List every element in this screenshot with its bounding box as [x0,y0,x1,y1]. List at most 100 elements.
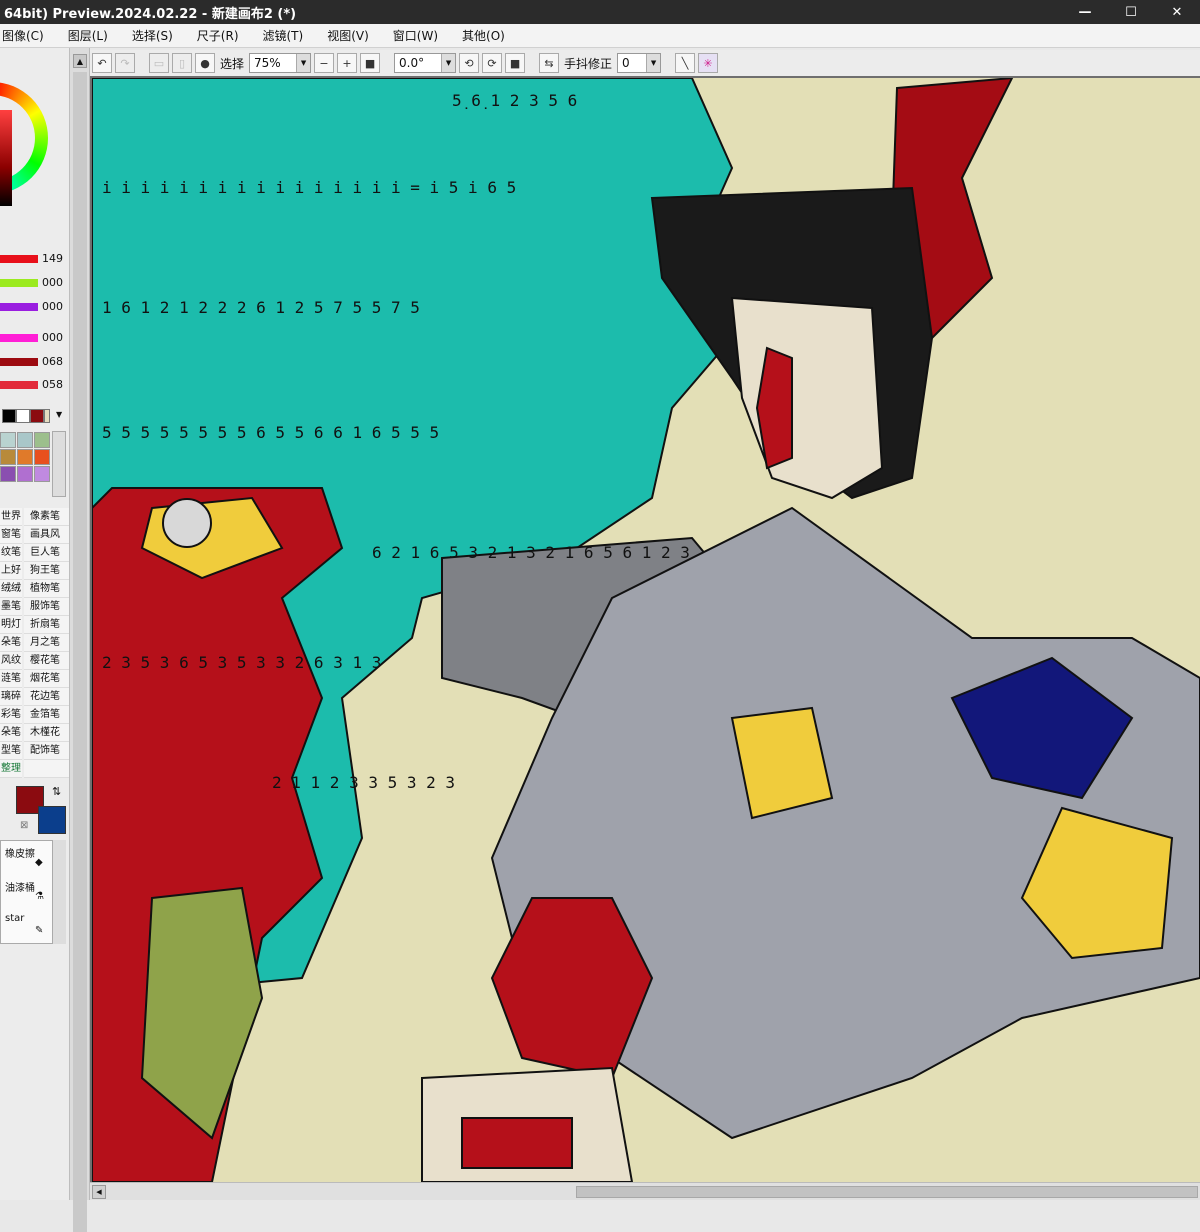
slider-bar[interactable] [0,279,38,287]
brush-item[interactable]: 绒绒 [0,580,22,598]
minimize-icon[interactable]: — [1062,0,1108,24]
color-slider[interactable]: 058 [0,378,69,392]
menu-ruler[interactable]: 尺子(R) [185,27,251,44]
brush-item[interactable]: 烟花笔 [24,670,69,688]
menu-view[interactable]: 视图(V) [315,27,381,44]
palette-swatch[interactable] [17,449,33,465]
brush-item[interactable]: 彩笔 [0,706,22,724]
slider-bar[interactable] [0,255,38,263]
palette-swatch[interactable] [34,432,50,448]
color-slider[interactable]: 068 [0,355,69,369]
brush-item[interactable]: 木槿花 [24,724,69,742]
color-slider[interactable]: 149 [0,252,69,266]
brush-item[interactable]: 璃碎 [0,688,22,706]
brush-item[interactable]: 服饰笔 [24,598,69,616]
canvas-viewport[interactable]: 5̣ 6̣ 1 2 3 5 6 i i i i i i i i i i i i … [90,76,1200,1182]
brush-item[interactable]: 朵笔 [0,634,22,652]
chevron-down-icon[interactable]: ▼ [56,410,62,419]
brush-item[interactable]: 像素笔 [24,508,69,526]
scroll-left-icon[interactable]: ◀ [92,1185,106,1199]
swap-colors-icon[interactable]: ⇅ [52,785,61,798]
brush-item[interactable]: 巨人笔 [24,544,69,562]
brush-item[interactable]: 窗笔 [0,526,22,544]
brush-item[interactable]: 画具风 [24,526,69,544]
stabilizer-select[interactable]: 0 ▼ [617,53,662,73]
invert-selection-icon[interactable]: ▯ [172,53,192,73]
saturation-value-box[interactable] [0,110,12,206]
palette-swatch[interactable] [0,449,16,465]
background-color[interactable] [38,806,66,834]
menu-image[interactable]: 图像(C) [0,27,56,44]
brush-item[interactable] [24,760,69,778]
chevron-down-icon[interactable]: ▼ [441,54,456,72]
slider-bar[interactable] [0,381,38,389]
brush-item[interactable]: 涟笔 [0,670,22,688]
brush-item[interactable]: 风纹 [0,652,22,670]
palette-swatch[interactable] [0,432,16,448]
redo-icon[interactable]: ↷ [115,53,135,73]
palette-swatch[interactable] [0,466,16,482]
palette-scrollbar[interactable] [52,431,66,497]
slider-bar[interactable] [0,334,38,342]
scroll-up-icon[interactable]: ▲ [73,54,87,68]
palette-swatch[interactable] [34,449,50,465]
brush-item[interactable]: 配饰笔 [24,742,69,760]
line-tool-icon[interactable]: ╲ [675,53,696,73]
flip-horizontal-button[interactable]: ⇆ [539,53,560,73]
slider-bar[interactable] [0,358,38,366]
tool-bucket[interactable]: 油漆桶 [5,879,35,894]
rotate-left-button[interactable]: ⟲ [459,53,480,73]
color-slider[interactable]: 000 [0,276,69,290]
menu-window[interactable]: 窗口(W) [381,27,450,44]
brush-item[interactable]: 整理 [0,760,22,778]
artwork-canvas[interactable]: 5̣ 6̣ 1 2 3 5 6 i i i i i i i i i i i i … [92,78,1200,1182]
color-slider[interactable]: 000 [0,300,69,314]
brush-item[interactable]: 樱花笔 [24,652,69,670]
swatch-red[interactable] [30,409,44,423]
symmetry-tool-icon[interactable]: ✳ [698,53,719,73]
tool-eraser[interactable]: 橡皮擦 [5,845,35,860]
horizontal-scrollbar[interactable]: ◀ [90,1182,1200,1200]
palette-swatch[interactable] [17,432,33,448]
deselect-icon[interactable]: ▭ [149,53,169,73]
rotate-right-button[interactable]: ⟳ [482,53,503,73]
zoom-select[interactable]: 75% ▼ [249,53,312,73]
zoom-out-button[interactable]: − [314,53,335,73]
menu-layer[interactable]: 图层(L) [56,27,120,44]
brush-item[interactable]: 上好 [0,562,22,580]
zoom-in-button[interactable]: + [337,53,358,73]
slider-bar[interactable] [0,303,38,311]
color-slider[interactable]: 000 [0,331,69,345]
menu-filter[interactable]: 滤镜(T) [251,27,316,44]
brush-item[interactable]: 折扇笔 [24,616,69,634]
brush-item[interactable]: 狗王笔 [24,562,69,580]
brush-item[interactable]: 纹笔 [0,544,22,562]
maximize-icon[interactable]: ☐ [1108,0,1154,24]
brush-item[interactable]: 型笔 [0,742,22,760]
brush-item[interactable]: 金箔笔 [24,706,69,724]
brush-item[interactable]: 明灯 [0,616,22,634]
swatch-black[interactable] [2,409,16,423]
swatch-cream[interactable] [44,409,50,423]
palette-swatch[interactable] [17,466,33,482]
transparent-color-icon[interactable]: ⊠ [20,820,28,831]
brush-item[interactable]: 朵笔 [0,724,22,742]
brush-item[interactable]: 世界 [0,508,22,526]
brush-item[interactable]: 月之笔 [24,634,69,652]
undo-icon[interactable]: ↶ [92,53,112,73]
chevron-down-icon[interactable]: ▼ [646,54,661,72]
chevron-down-icon[interactable]: ▼ [296,54,311,72]
tool-list-scrollbar[interactable] [52,840,66,944]
brush-item[interactable]: 花边笔 [24,688,69,706]
scrollbar-thumb[interactable] [576,1186,1198,1198]
close-icon[interactable]: ✕ [1154,0,1200,24]
swatch-white[interactable] [16,409,30,423]
palette-swatch[interactable] [34,466,50,482]
tool-star[interactable]: star [5,913,24,924]
brush-item[interactable]: 植物笔 [24,580,69,598]
menu-other[interactable]: 其他(O) [450,27,517,44]
rotation-select[interactable]: 0.0° ▼ [394,53,457,73]
eye-icon[interactable]: ● [195,53,215,73]
zoom-reset-button[interactable]: ■ [360,53,381,73]
rotation-reset-button[interactable]: ■ [505,53,526,73]
